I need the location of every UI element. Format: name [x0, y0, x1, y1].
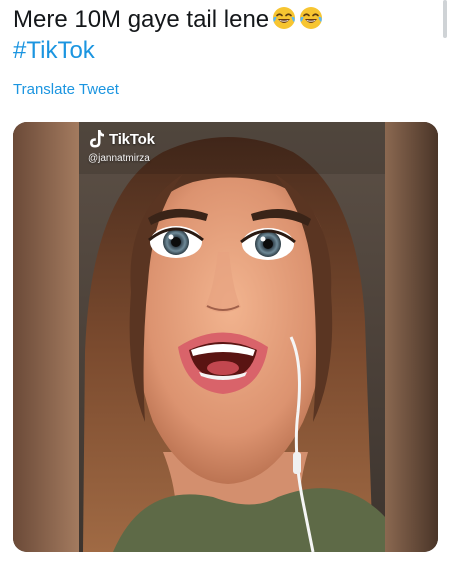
video-frame	[13, 122, 438, 552]
tiktok-brand: TikTok	[109, 130, 155, 148]
hashtag-link[interactable]: #TikTok	[13, 35, 433, 66]
face-with-tears-of-joy-icon	[300, 7, 323, 29]
tweet-text: Mere 10M gaye tail lene #TikTok	[13, 4, 433, 66]
translate-tweet-link[interactable]: Translate Tweet	[13, 81, 119, 98]
scrollbar-thumb[interactable]	[443, 0, 447, 38]
tweet-text-line: Mere 10M gaye tail lene	[13, 4, 433, 35]
tiktok-handle: @jannatmirza	[88, 153, 150, 164]
video-thumbnail[interactable]: TikTok @jannatmirza	[13, 122, 438, 552]
tiktok-watermark: TikTok @jannatmirza	[87, 128, 155, 164]
tweet-caption: Mere 10M gaye tail lene	[13, 6, 270, 33]
face-with-tears-of-joy-icon	[273, 7, 296, 29]
tiktok-note-icon	[90, 130, 104, 148]
